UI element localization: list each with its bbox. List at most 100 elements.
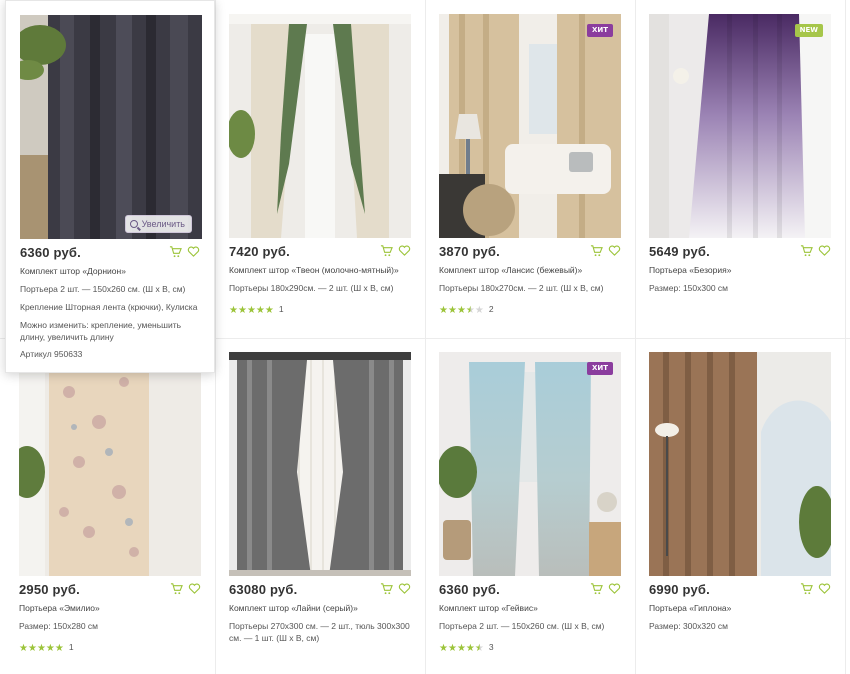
cart-icon[interactable] [800,582,813,595]
product-name[interactable]: Комплект штор «Дорнион» [20,266,126,276]
hit-badge: ХИТ [586,362,613,375]
product-card[interactable]: ХИТ 6360 руб. Комплект штор «Гейвис» Пор… [425,338,635,674]
cart-icon[interactable] [590,244,603,257]
star-icon: ★ [456,305,466,316]
magnifier-icon [129,220,138,228]
product-name[interactable]: Комплект штор «Гейвис» [439,603,538,613]
product-image[interactable] [229,14,411,238]
product-size: Портьеры 180x290см. — 2 шт. (Ш x В, см) [229,283,394,293]
heart-icon[interactable] [818,244,831,257]
product-name[interactable]: Портьера «Безория» [649,265,731,275]
star-icon: ★ [255,305,265,316]
product-card[interactable]: ХИТ 3870 руб. Комплект штор «Лансис (беж… [425,0,635,338]
new-badge: NEW [794,24,823,37]
cart-icon[interactable] [380,582,393,595]
product-name[interactable]: Комплект штор «Твеон (молочно-мятный)» [229,265,399,275]
star-icon: ★ [439,643,448,654]
review-count[interactable]: 3 [489,642,494,652]
grid-divider [845,0,846,674]
product-fixing: Крепление Шторная лента (крючки), Кулиск… [20,302,198,312]
star-icon: ★ [229,305,238,316]
cart-icon[interactable] [590,582,603,595]
star-icon: ★ [465,643,475,654]
product-size: Размер: 150x280 см [19,621,99,631]
product-card[interactable]: 7420 руб. Комплект штор «Твеон (молочно-… [215,0,425,338]
star-icon: ★ [264,305,274,316]
product-price: 2950 руб. [19,582,80,597]
product-size: Портьеры 180x270см. — 2 шт. (Ш x В, см) [439,283,604,293]
product-size: Портьера 2 шт. — 150x260 см. (Ш x В, см) [439,621,605,631]
product-price: 7420 руб. [229,244,290,259]
heart-icon[interactable] [398,244,411,257]
heart-icon[interactable] [608,582,621,595]
review-count[interactable]: 1 [279,304,284,314]
cart-icon[interactable] [169,245,182,258]
product-image[interactable]: NEW [649,14,831,238]
product-size: Портьеры 270x300 см. — 2 шт., тюль 300x3… [229,621,410,643]
product-actions [170,582,201,595]
heart-icon[interactable] [187,245,200,258]
heart-icon[interactable] [608,244,621,257]
product-name[interactable]: Портьера «Эмилио» [19,603,100,613]
product-name[interactable]: Портьера «Гиплона» [649,603,731,613]
product-price: 6360 руб. [439,582,500,597]
cart-icon[interactable] [170,582,183,595]
rating-stars: ★★★★★ [439,638,484,656]
product-actions [380,244,411,257]
product-article: Артикул 950633 [20,349,83,359]
star-icon: ★ [456,643,466,654]
heart-icon[interactable] [398,582,411,595]
rating-stars: ★★★★★ [439,300,484,318]
zoom-button[interactable]: Увеличить [124,215,192,233]
star-icon: ★ [27,643,37,654]
product-card[interactable]: 2950 руб. Портьера «Эмилио» Размер: 150x… [5,338,215,674]
product-price: 63080 руб. [229,582,298,597]
product-image[interactable] [649,352,831,576]
product-name[interactable]: Комплект штор «Лансис (бежевый)» [439,265,582,275]
star-icon: ★ [465,305,475,316]
product-card[interactable]: NEW 5649 руб. Портьера «Безория» Размер:… [635,0,845,338]
star-icon: ★ [474,643,484,654]
cart-icon[interactable] [380,244,393,257]
product-name[interactable]: Комплект штор «Лайни (серый)» [229,603,358,613]
product-image[interactable]: ХИТ [439,352,621,576]
star-icon: ★ [447,305,457,316]
star-icon: ★ [237,305,247,316]
star-icon: ★ [474,305,484,316]
product-actions [169,245,200,258]
product-size: Размер: 150x300 см [649,283,729,293]
cart-icon[interactable] [800,244,813,257]
product-card[interactable]: 63080 руб. Комплект штор «Лайни (серый)»… [215,338,425,674]
product-image[interactable]: Увеличить [20,15,202,239]
star-icon: ★ [447,643,457,654]
star-icon: ★ [36,643,46,654]
product-rating: ★★★★★ 1 [229,300,284,318]
product-image[interactable] [229,352,411,576]
heart-icon[interactable] [818,582,831,595]
rating-stars: ★★★★★ [19,638,64,656]
product-card[interactable]: Увеличить 6360 руб. Комплект штор «Дорни… [5,0,215,373]
product-price: 6360 руб. [20,245,81,260]
product-price: 5649 руб. [649,244,710,259]
product-actions [590,582,621,595]
heart-icon[interactable] [188,582,201,595]
star-icon: ★ [19,643,28,654]
product-size: Размер: 300x320 см [649,621,729,631]
star-icon: ★ [246,305,256,316]
product-image[interactable] [19,352,201,576]
product-size: Портьера 2 шт. — 150x260 см. (Ш x В, см) [20,284,186,294]
review-count[interactable]: 2 [489,304,494,314]
product-card[interactable]: 6990 руб. Портьера «Гиплона» Размер: 300… [635,338,845,674]
product-actions [800,582,831,595]
product-options: Можно изменить: крепление, уменьшить дли… [20,320,182,342]
review-count[interactable]: 1 [69,642,74,652]
product-image[interactable]: ХИТ [439,14,621,238]
product-rating: ★★★★★ 1 [19,638,74,656]
rating-stars: ★★★★★ [229,300,274,318]
product-actions [380,582,411,595]
hit-badge: ХИТ [586,24,613,37]
product-price: 6990 руб. [649,582,710,597]
product-rating: ★★★★★ 2 [439,300,494,318]
product-price: 3870 руб. [439,244,500,259]
product-actions [590,244,621,257]
